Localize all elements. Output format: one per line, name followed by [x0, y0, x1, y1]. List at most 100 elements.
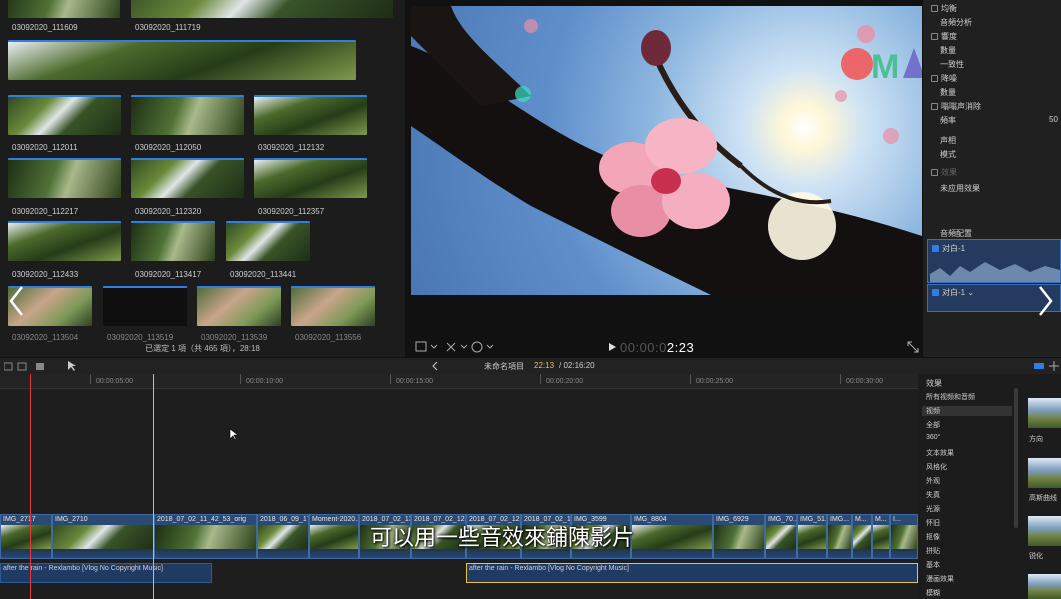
fullscreen-icon[interactable] — [907, 341, 919, 353]
ruler-label: 00:00:15:00 — [396, 378, 433, 385]
insp-amount: 數量 — [940, 46, 956, 55]
transform-tool-icon[interactable] — [445, 341, 469, 353]
effect-thumbnail[interactable] — [1028, 516, 1061, 546]
clip-thumbnail[interactable] — [254, 95, 367, 135]
checkbox[interactable] — [932, 245, 939, 252]
effects-category[interactable]: 拼贴 — [926, 546, 940, 556]
select-tool-icon[interactable] — [66, 360, 84, 372]
video-clip[interactable]: I... — [890, 514, 918, 559]
effects-category[interactable]: 视频 — [922, 406, 1012, 416]
effect-label: 锐化 — [1029, 553, 1043, 560]
checkbox[interactable] — [932, 289, 939, 296]
video-clip[interactable]: IMG_8804 — [631, 514, 713, 559]
chevron-right-icon[interactable] — [1034, 284, 1056, 318]
video-clip[interactable]: IMG_2717 — [0, 514, 52, 559]
insp-noise-reduction[interactable]: 降噪 — [931, 73, 957, 84]
insp-effects[interactable]: 效果 — [931, 167, 957, 178]
clip-thumbnail[interactable] — [8, 0, 120, 18]
clip-name: 03092020_112320 — [135, 207, 202, 216]
effects-category[interactable]: 抠像 — [926, 532, 940, 542]
effects-category[interactable]: 基本 — [926, 560, 940, 570]
checkbox[interactable] — [931, 33, 938, 40]
clip-name: 03092020_111719 — [135, 23, 201, 32]
timecode-dim: 00:00:0 — [620, 340, 667, 355]
audio-skimming-icon[interactable] — [1034, 361, 1060, 371]
chevron-back-icon[interactable] — [431, 361, 439, 371]
speed-tool-icon[interactable] — [471, 341, 495, 353]
clip-thumbnail[interactable] — [8, 95, 121, 135]
video-clip[interactable]: 2018_06_09_17... — [257, 514, 309, 559]
video-clip[interactable]: IMG_6929 — [713, 514, 765, 559]
effects-category[interactable]: 360° — [926, 434, 940, 441]
effects-category[interactable]: 模糊 — [926, 588, 940, 598]
ruler-label: 00:00:30:00 — [846, 378, 883, 385]
clip-name: 03092020_112217 — [12, 207, 79, 216]
clip-thumbnail[interactable] — [131, 158, 244, 198]
video-clip[interactable]: IMG_2710 — [52, 514, 154, 559]
effects-category[interactable]: 失真 — [926, 490, 940, 500]
insp-mode: 模式 — [940, 150, 956, 159]
role-label: 对白-1 — [942, 288, 966, 297]
timeline-ruler[interactable]: 00:00:05:00 00:00:10:00 00:00:15:00 00:0… — [0, 374, 918, 389]
clip-thumbnail[interactable] — [8, 40, 356, 80]
role-label: 对白-1 — [942, 244, 966, 253]
clip-name: 03092020_113417 — [135, 270, 202, 279]
timeline[interactable]: 00:00:05:00 00:00:10:00 00:00:15:00 00:0… — [0, 374, 918, 599]
scrollbar[interactable] — [1014, 388, 1018, 528]
effect-thumbnail[interactable] — [1028, 458, 1061, 488]
insp-hum-removal[interactable]: 嗡嗡声消除 — [931, 101, 981, 112]
checkbox[interactable] — [931, 75, 938, 82]
frequency-value[interactable]: 50 — [1049, 115, 1058, 124]
video-clip[interactable]: IMG_70... — [765, 514, 797, 559]
clip-thumbnail[interactable] — [8, 221, 121, 261]
effects-category[interactable]: 文本效果 — [926, 448, 954, 458]
timeline-current-time: 22:13 — [534, 361, 555, 370]
audio-role-strip[interactable]: 对白-1 — [927, 239, 1061, 283]
music-clip-selected[interactable]: after the rain - Rexlambo [Vlog No Copyr… — [466, 563, 918, 583]
insp-equalization[interactable]: 均衡 — [931, 3, 957, 14]
clip-thumbnail[interactable] — [197, 286, 281, 326]
video-clip[interactable]: M... — [852, 514, 872, 559]
view-options-icon[interactable] — [415, 341, 439, 353]
clip-thumbnail[interactable] — [131, 0, 393, 18]
playhead[interactable] — [30, 374, 31, 599]
insp-audio-analysis: 音頻分析 — [940, 18, 972, 27]
insp-pan: 声相 — [940, 136, 956, 145]
clip-thumbnail[interactable] — [254, 158, 367, 198]
effects-category[interactable]: 所有视频和音频 — [926, 392, 975, 402]
clip-thumbnail[interactable] — [8, 158, 121, 198]
edit-mode-icons[interactable] — [4, 361, 64, 372]
video-clip[interactable]: IMG_51... — [797, 514, 827, 559]
video-clip[interactable]: IMG... — [827, 514, 852, 559]
effect-thumbnail[interactable] — [1028, 398, 1061, 428]
checkbox[interactable] — [931, 169, 938, 176]
insp-loudness[interactable]: 響度 — [931, 31, 957, 42]
clip-thumbnail[interactable] — [291, 286, 375, 326]
effects-category[interactable]: 怀旧 — [926, 518, 940, 528]
music-clip[interactable]: after the rain - Rexlambo [Vlog No Copyr… — [0, 563, 212, 583]
clip-thumbnail[interactable] — [131, 221, 215, 261]
effects-category[interactable]: 全部 — [926, 420, 940, 430]
video-clip[interactable]: M... — [872, 514, 890, 559]
effects-category[interactable]: 外观 — [926, 476, 940, 486]
viewer-timecode: 00:00:02:23 — [620, 340, 694, 355]
skimmer[interactable] — [153, 374, 154, 599]
clip-thumbnail[interactable] — [103, 286, 187, 326]
clip-thumbnail[interactable] — [226, 221, 310, 261]
effects-category[interactable]: 光源 — [926, 504, 940, 514]
play-icon[interactable] — [608, 342, 617, 352]
effects-category[interactable]: 漫画效果 — [926, 574, 954, 584]
video-clip[interactable]: 2018_07_02_11_42_53_orig — [154, 514, 257, 559]
effect-thumbnail[interactable] — [1028, 574, 1061, 599]
clip-thumbnail[interactable] — [131, 95, 244, 135]
mouse-cursor-icon — [229, 428, 239, 441]
checkbox[interactable] — [931, 5, 938, 12]
chevron-left-icon[interactable] — [6, 284, 28, 318]
insp-audio-config: 音頻配置 — [940, 229, 972, 238]
timecode-value: 2:23 — [666, 340, 695, 355]
video-clip[interactable]: Moment-2020... — [309, 514, 359, 559]
project-name: 未命名項目 — [484, 362, 524, 371]
effect-label: 方向 — [1029, 436, 1043, 443]
checkbox[interactable] — [931, 103, 938, 110]
effects-category[interactable]: 风格化 — [926, 462, 947, 472]
